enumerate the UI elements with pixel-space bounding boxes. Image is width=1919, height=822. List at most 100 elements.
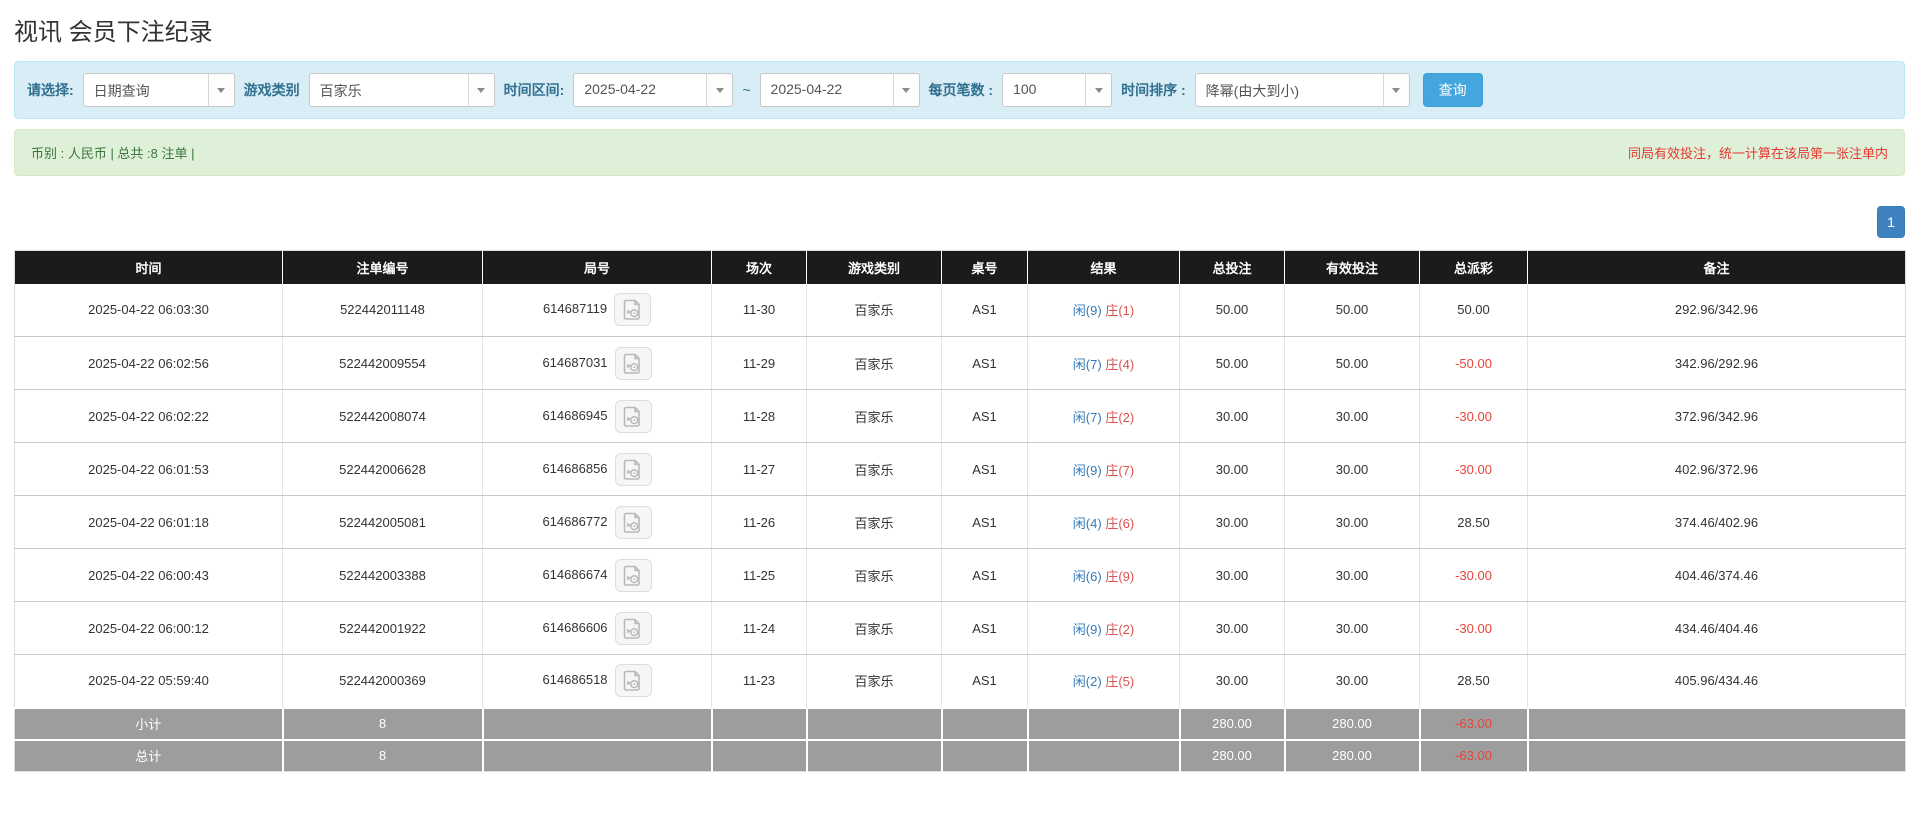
video-file-icon	[623, 299, 643, 320]
bet-time: 2025-04-22 06:00:43	[15, 549, 283, 602]
result-banker: 庄(7)	[1105, 463, 1134, 478]
result-player: 闲(4)	[1073, 516, 1102, 531]
table-no: AS1	[942, 390, 1028, 443]
game-category: 百家乐	[807, 443, 942, 496]
search-button[interactable]: 查询	[1423, 73, 1483, 107]
total-count: 8	[283, 740, 483, 772]
total-bet-link[interactable]: 30.00	[1180, 602, 1285, 655]
table-row: 2025-04-22 06:02:22 522442008074 6146869…	[15, 390, 1906, 443]
page-size-select[interactable]: 100	[1002, 73, 1112, 107]
video-replay-button[interactable]	[615, 400, 652, 433]
table-body: 2025-04-22 06:03:30 522442011148 6146871…	[15, 284, 1906, 708]
time-sort-label: 时间排序 :	[1121, 80, 1186, 100]
bet-id: 522442001922	[283, 602, 483, 655]
date-to-select[interactable]: 2025-04-22	[760, 73, 920, 107]
round-id: 614686856	[542, 460, 607, 475]
video-replay-button[interactable]	[615, 506, 652, 539]
round-id: 614686945	[542, 407, 607, 422]
total-bet-link[interactable]: 50.00	[1180, 337, 1285, 390]
video-replay-button[interactable]	[614, 293, 651, 326]
query-type-label: 请选择:	[27, 80, 74, 100]
remark: 342.96/292.96	[1528, 337, 1906, 390]
round-id: 614686772	[542, 513, 607, 528]
remark: 404.46/374.46	[1528, 549, 1906, 602]
video-file-icon	[623, 670, 643, 691]
valid-bet: 30.00	[1285, 602, 1420, 655]
remark: 405.96/434.46	[1528, 655, 1906, 708]
round-id: 614686606	[542, 619, 607, 634]
chevron-down-icon[interactable]	[1383, 74, 1409, 106]
total-bet-link[interactable]: 30.00	[1180, 549, 1285, 602]
total-label: 总计	[15, 740, 283, 772]
bet-time: 2025-04-22 06:02:22	[15, 390, 283, 443]
subtotal-label: 小计	[15, 708, 283, 740]
result-cell: 闲(4) 庄(6)	[1028, 496, 1180, 549]
total-total-bet: 280.00	[1180, 740, 1285, 772]
payout: 28.50	[1420, 496, 1528, 549]
total-bet-link[interactable]: 30.00	[1180, 443, 1285, 496]
chevron-down-icon[interactable]	[208, 74, 234, 106]
date-from-select[interactable]: 2025-04-22	[573, 73, 733, 107]
game-category-select[interactable]: 百家乐	[309, 73, 495, 107]
column-header: 局号	[483, 251, 712, 284]
page-title: 视讯 会员下注纪录	[14, 12, 1905, 47]
chevron-down-icon[interactable]	[706, 74, 732, 106]
video-replay-button[interactable]	[615, 664, 652, 697]
video-replay-button[interactable]	[615, 612, 652, 645]
time-sort-select[interactable]: 降幂(由大到小)	[1195, 73, 1410, 107]
result-cell: 闲(2) 庄(5)	[1028, 655, 1180, 708]
bet-id: 522442000369	[283, 655, 483, 708]
result-cell: 闲(9) 庄(2)	[1028, 602, 1180, 655]
subtotal-payout: -63.00	[1420, 708, 1528, 740]
table-row: 2025-04-22 06:01:18 522442005081 6146867…	[15, 496, 1906, 549]
game-category: 百家乐	[807, 496, 942, 549]
chevron-down-icon[interactable]	[468, 74, 494, 106]
chevron-down-icon[interactable]	[893, 74, 919, 106]
valid-bet: 50.00	[1285, 284, 1420, 337]
chevron-down-icon[interactable]	[1085, 74, 1111, 106]
video-replay-button[interactable]	[615, 559, 652, 592]
valid-bet: 30.00	[1285, 496, 1420, 549]
column-header: 结果	[1028, 251, 1180, 284]
table-no: AS1	[942, 602, 1028, 655]
video-file-icon	[623, 353, 643, 374]
round-cell: 614686772	[483, 496, 712, 549]
round-cell: 614687031	[483, 337, 712, 390]
payout: -30.00	[1420, 443, 1528, 496]
column-header: 场次	[712, 251, 807, 284]
video-file-icon	[623, 618, 643, 639]
session-no: 11-23	[712, 655, 807, 708]
valid-bet: 30.00	[1285, 390, 1420, 443]
query-type-value: 日期查询	[84, 74, 208, 106]
valid-bet-note: 同局有效投注，统一计算在该局第一张注单内	[1628, 143, 1888, 162]
remark: 292.96/342.96	[1528, 284, 1906, 337]
bet-id: 522442009554	[283, 337, 483, 390]
subtotal-total-bet: 280.00	[1180, 708, 1285, 740]
column-header: 总投注	[1180, 251, 1285, 284]
total-bet-link[interactable]: 30.00	[1180, 655, 1285, 708]
video-replay-button[interactable]	[615, 347, 652, 380]
page-1-button[interactable]: 1	[1877, 206, 1905, 238]
video-replay-button[interactable]	[615, 453, 652, 486]
query-type-select[interactable]: 日期查询	[83, 73, 235, 107]
game-category-label: 游戏类别	[244, 80, 300, 100]
game-category-value: 百家乐	[310, 74, 468, 106]
pagination: 1	[14, 206, 1905, 238]
table-no: AS1	[942, 284, 1028, 337]
result-cell: 闲(7) 庄(2)	[1028, 390, 1180, 443]
round-cell: 614686674	[483, 549, 712, 602]
bet-time: 2025-04-22 06:01:18	[15, 496, 283, 549]
result-cell: 闲(9) 庄(1)	[1028, 284, 1180, 337]
total-bet-link[interactable]: 30.00	[1180, 496, 1285, 549]
result-cell: 闲(9) 庄(7)	[1028, 443, 1180, 496]
total-bet-link[interactable]: 30.00	[1180, 390, 1285, 443]
column-header: 备注	[1528, 251, 1906, 284]
valid-bet: 30.00	[1285, 443, 1420, 496]
video-file-icon	[623, 512, 643, 533]
date-to-value: 2025-04-22	[761, 74, 893, 106]
result-banker: 庄(2)	[1105, 622, 1134, 637]
result-banker: 庄(9)	[1105, 569, 1134, 584]
bet-id: 522442003388	[283, 549, 483, 602]
total-bet-link[interactable]: 50.00	[1180, 284, 1285, 337]
round-id: 614687031	[542, 354, 607, 369]
